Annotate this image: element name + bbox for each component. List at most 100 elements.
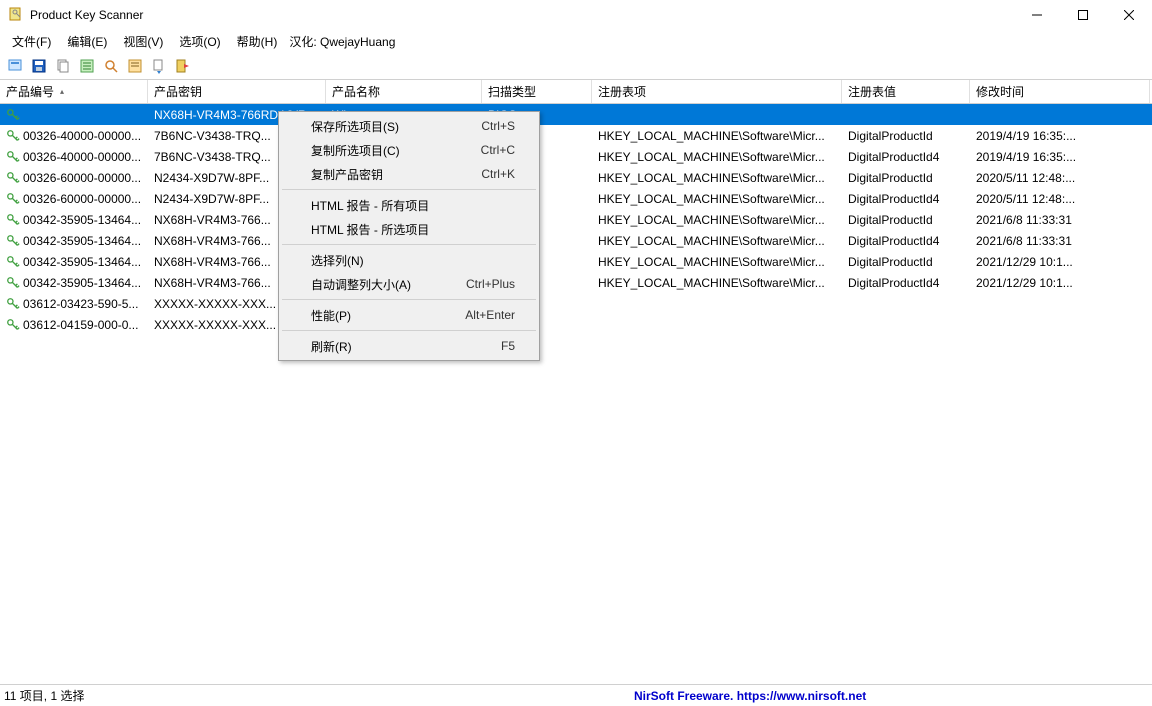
cell xyxy=(970,114,1150,116)
table-row[interactable]: NX68H-VR4M3-766RD-VVR...Wi...BIOS xyxy=(0,104,1152,125)
toolbar xyxy=(0,52,1152,80)
find-button[interactable] xyxy=(100,55,122,77)
context-separator xyxy=(282,299,536,300)
options-button[interactable] xyxy=(124,55,146,77)
col-product-id[interactable]: 产品编号▴ xyxy=(0,80,148,103)
cell: 00326-40000-00000... xyxy=(0,128,148,144)
key-icon xyxy=(6,297,20,311)
key-icon xyxy=(6,150,20,164)
cell: DigitalProductId4 xyxy=(842,149,970,165)
table-row[interactable]: 00326-60000-00000...N2434-X9D7W-8PF...HK… xyxy=(0,167,1152,188)
menubar: 文件(F) 编辑(E) 视图(V) 选项(O) 帮助(H) 汉化: Qwejay… xyxy=(0,30,1152,52)
cell: HKEY_LOCAL_MACHINE\Software\Micr... xyxy=(592,212,842,228)
cell: 00342-35905-13464... xyxy=(0,233,148,249)
cell: 2019/4/19 16:35:... xyxy=(970,128,1150,144)
cell: DigitalProductId xyxy=(842,128,970,144)
key-icon xyxy=(6,318,20,332)
cell xyxy=(970,303,1150,305)
cell: HKEY_LOCAL_MACHINE\Software\Micr... xyxy=(592,170,842,186)
context-item[interactable]: 选择列(N) xyxy=(281,248,537,272)
key-icon xyxy=(6,192,20,206)
context-item[interactable]: 刷新(R)F5 xyxy=(281,334,537,358)
context-item[interactable]: 复制所选项目(C)Ctrl+C xyxy=(281,138,537,162)
cell: DigitalProductId xyxy=(842,212,970,228)
context-item[interactable]: HTML 报告 - 所有项目 xyxy=(281,193,537,217)
data-table[interactable]: 产品编号▴ 产品密钥 产品名称 扫描类型 注册表项 注册表值 修改时间 NX68… xyxy=(0,80,1152,684)
cell: 00342-35905-13464... xyxy=(0,212,148,228)
context-shortcut: Alt+Enter xyxy=(465,308,515,322)
cell: 00342-35905-13464... xyxy=(0,254,148,270)
context-menu: 保存所选项目(S)Ctrl+S复制所选项目(C)Ctrl+C复制产品密钥Ctrl… xyxy=(278,111,540,361)
cell: 2020/5/11 12:48:... xyxy=(970,191,1150,207)
sort-indicator-icon: ▴ xyxy=(60,87,64,96)
col-product-name[interactable]: 产品名称 xyxy=(326,80,482,103)
context-separator xyxy=(282,330,536,331)
properties-button[interactable] xyxy=(76,55,98,77)
table-row[interactable]: 00326-60000-00000...N2434-X9D7W-8PF...HK… xyxy=(0,188,1152,209)
table-row[interactable]: 03612-04159-000-0...XXXXX-XXXXX-XXX... xyxy=(0,314,1152,335)
scan-button[interactable] xyxy=(4,55,26,77)
cell: 2019/4/19 16:35:... xyxy=(970,149,1150,165)
menu-credit: 汉化: QwejayHuang xyxy=(285,33,395,50)
menu-options[interactable]: 选项(O) xyxy=(171,31,228,52)
context-label: 刷新(R) xyxy=(311,338,501,355)
copy-button[interactable] xyxy=(52,55,74,77)
col-reg-key[interactable]: 注册表项 xyxy=(592,80,842,103)
table-row[interactable]: 00342-35905-13464...NX68H-VR4M3-766...HK… xyxy=(0,272,1152,293)
cell xyxy=(592,324,842,326)
window-title: Product Key Scanner xyxy=(30,8,1014,22)
cell xyxy=(592,303,842,305)
key-icon xyxy=(6,234,20,248)
cell: 00342-35905-13464... xyxy=(0,275,148,291)
context-label: 性能(P) xyxy=(311,307,465,324)
cell: DigitalProductId4 xyxy=(842,275,970,291)
close-button[interactable] xyxy=(1106,0,1152,30)
col-modified[interactable]: 修改时间 xyxy=(970,80,1150,103)
context-item[interactable]: HTML 报告 - 所选项目 xyxy=(281,217,537,241)
table-row[interactable]: 00342-35905-13464...NX68H-VR4M3-766...HK… xyxy=(0,251,1152,272)
context-item[interactable]: 复制产品密钥Ctrl+K xyxy=(281,162,537,186)
context-label: 自动调整列大小(A) xyxy=(311,276,466,293)
context-shortcut: Ctrl+K xyxy=(481,167,515,181)
cell xyxy=(0,107,148,123)
key-icon xyxy=(6,276,20,290)
key-icon xyxy=(6,171,20,185)
cell xyxy=(842,324,970,326)
cell: HKEY_LOCAL_MACHINE\Software\Micr... xyxy=(592,275,842,291)
context-shortcut: F5 xyxy=(501,339,515,353)
table-row[interactable]: 00326-40000-00000...7B6NC-V3438-TRQ...HK… xyxy=(0,146,1152,167)
menu-file[interactable]: 文件(F) xyxy=(4,31,59,52)
menu-edit[interactable]: 编辑(E) xyxy=(59,31,115,52)
key-icon xyxy=(6,108,20,122)
maximize-button[interactable] xyxy=(1060,0,1106,30)
table-row[interactable]: 00326-40000-00000...7B6NC-V3438-TRQ...HK… xyxy=(0,125,1152,146)
exit-button[interactable] xyxy=(172,55,194,77)
minimize-button[interactable] xyxy=(1014,0,1060,30)
context-shortcut: Ctrl+Plus xyxy=(466,277,515,291)
col-scan-type[interactable]: 扫描类型 xyxy=(482,80,592,103)
menu-help[interactable]: 帮助(H) xyxy=(229,31,286,52)
refresh-button[interactable] xyxy=(148,55,170,77)
context-item[interactable]: 保存所选项目(S)Ctrl+S xyxy=(281,114,537,138)
cell: 03612-03423-590-5... xyxy=(0,296,148,312)
cell xyxy=(592,114,842,116)
status-link[interactable]: NirSoft Freeware. https://www.nirsoft.ne… xyxy=(634,689,866,703)
col-reg-value[interactable]: 注册表值 xyxy=(842,80,970,103)
table-row[interactable]: 03612-03423-590-5...XXXXX-XXXXX-XXX... xyxy=(0,293,1152,314)
context-label: 保存所选项目(S) xyxy=(311,118,481,135)
col-product-key[interactable]: 产品密钥 xyxy=(148,80,326,103)
context-label: 复制产品密钥 xyxy=(311,166,481,183)
cell: 00326-60000-00000... xyxy=(0,191,148,207)
cell: 03612-04159-000-0... xyxy=(0,317,148,333)
save-button[interactable] xyxy=(28,55,50,77)
cell: HKEY_LOCAL_MACHINE\Software\Micr... xyxy=(592,233,842,249)
table-row[interactable]: 00342-35905-13464...NX68H-VR4M3-766...HK… xyxy=(0,209,1152,230)
context-item[interactable]: 性能(P)Alt+Enter xyxy=(281,303,537,327)
cell: DigitalProductId xyxy=(842,170,970,186)
cell: HKEY_LOCAL_MACHINE\Software\Micr... xyxy=(592,191,842,207)
cell xyxy=(970,324,1150,326)
table-row[interactable]: 00342-35905-13464...NX68H-VR4M3-766...HK… xyxy=(0,230,1152,251)
status-count: 11 项目, 1 选择 xyxy=(0,687,634,704)
context-item[interactable]: 自动调整列大小(A)Ctrl+Plus xyxy=(281,272,537,296)
menu-view[interactable]: 视图(V) xyxy=(115,31,171,52)
